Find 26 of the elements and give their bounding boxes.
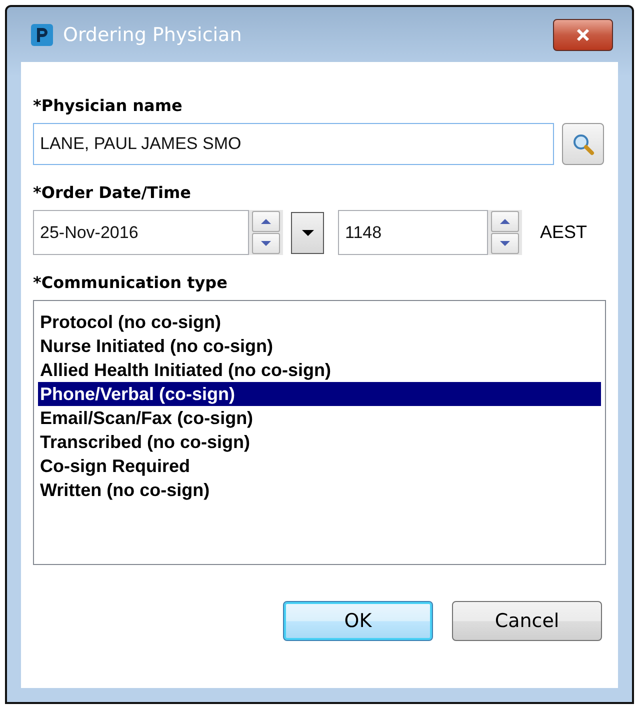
list-item[interactable]: Written (no co-sign) <box>38 478 601 502</box>
list-item[interactable]: Transcribed (no co-sign) <box>38 430 601 454</box>
dropdown-button[interactable] <box>291 212 324 254</box>
time-spinner[interactable] <box>488 210 522 255</box>
close-icon <box>574 28 592 42</box>
field-label: *Order Date/Time <box>33 183 192 202</box>
ok-button[interactable]: OK <box>283 601 433 641</box>
timezone-label: AEST <box>540 222 588 243</box>
field-label: *Communication type <box>33 273 228 292</box>
list-item[interactable]: Nurse Initiated (no co-sign) <box>38 334 601 358</box>
cancel-button[interactable]: Cancel <box>452 601 602 641</box>
close-button[interactable] <box>553 18 613 50</box>
list-item[interactable]: Email/Scan/Fax (co-sign) <box>38 406 601 430</box>
list-item[interactable]: Protocol (no co-sign) <box>38 310 601 334</box>
app-icon <box>31 24 53 46</box>
list-item[interactable]: Co-sign Required <box>38 454 601 478</box>
list-item[interactable]: Phone/Verbal (co-sign) <box>38 382 601 406</box>
time-field[interactable]: 1148 <box>338 210 488 255</box>
field-label: *Physician name <box>33 96 184 115</box>
communication-type-list[interactable]: Protocol (no co-sign) Nurse Initiated (no co-sign) Allied Health Initiated (no co-sign) Phone/Verbal (co-sign) Email/Scan/Fax (co-sign) Transcribed (no co-sign) Co-sign Required Written (no co-sign) <box>33 300 606 565</box>
list-item[interactable]: Allied Health Initiated (no co-sign) <box>38 358 601 382</box>
date-spinner[interactable] <box>249 210 283 255</box>
search-button[interactable] <box>562 123 604 165</box>
window-title: Ordering Physician <box>63 24 243 46</box>
date-field[interactable]: 25-Nov-2016 <box>33 210 249 255</box>
physician-name-field[interactable]: LANE, PAUL JAMES SMO <box>33 123 554 165</box>
